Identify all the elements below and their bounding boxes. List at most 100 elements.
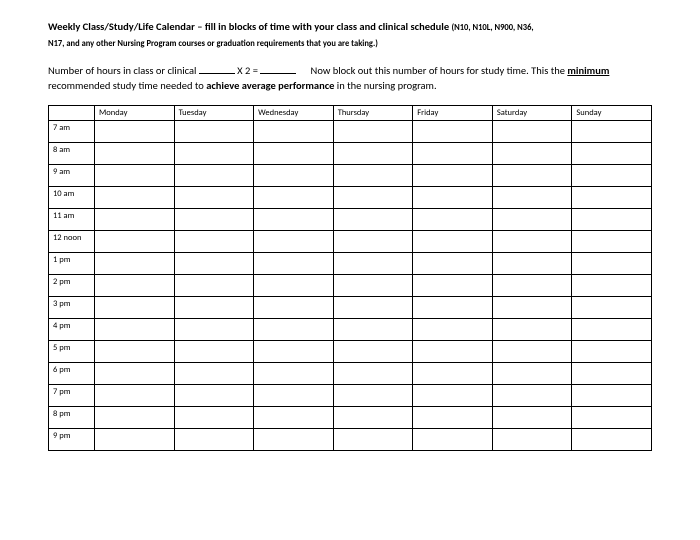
schedule-cell[interactable] [413, 121, 493, 143]
schedule-cell[interactable] [413, 187, 493, 209]
schedule-cell[interactable] [572, 407, 652, 429]
schedule-cell[interactable] [572, 319, 652, 341]
hours-blank-1[interactable] [199, 63, 235, 74]
schedule-cell[interactable] [254, 341, 334, 363]
schedule-cell[interactable] [174, 341, 254, 363]
schedule-cell[interactable] [174, 407, 254, 429]
schedule-cell[interactable] [95, 165, 175, 187]
schedule-cell[interactable] [333, 297, 413, 319]
schedule-cell[interactable] [174, 297, 254, 319]
schedule-cell[interactable] [413, 275, 493, 297]
schedule-cell[interactable] [333, 275, 413, 297]
schedule-cell[interactable] [254, 209, 334, 231]
schedule-cell[interactable] [572, 121, 652, 143]
schedule-cell[interactable] [254, 297, 334, 319]
schedule-cell[interactable] [413, 253, 493, 275]
schedule-cell[interactable] [174, 209, 254, 231]
schedule-cell[interactable] [333, 143, 413, 165]
schedule-cell[interactable] [413, 407, 493, 429]
schedule-cell[interactable] [254, 253, 334, 275]
schedule-cell[interactable] [174, 363, 254, 385]
schedule-cell[interactable] [95, 187, 175, 209]
schedule-cell[interactable] [333, 341, 413, 363]
schedule-cell[interactable] [572, 231, 652, 253]
schedule-cell[interactable] [492, 165, 572, 187]
schedule-cell[interactable] [254, 385, 334, 407]
schedule-cell[interactable] [95, 385, 175, 407]
schedule-cell[interactable] [572, 341, 652, 363]
schedule-cell[interactable] [174, 121, 254, 143]
schedule-cell[interactable] [254, 165, 334, 187]
schedule-cell[interactable] [413, 209, 493, 231]
schedule-cell[interactable] [254, 143, 334, 165]
schedule-cell[interactable] [413, 429, 493, 451]
schedule-cell[interactable] [492, 341, 572, 363]
schedule-cell[interactable] [333, 429, 413, 451]
schedule-cell[interactable] [492, 385, 572, 407]
schedule-cell[interactable] [492, 363, 572, 385]
schedule-cell[interactable] [413, 385, 493, 407]
schedule-cell[interactable] [174, 275, 254, 297]
schedule-cell[interactable] [572, 429, 652, 451]
schedule-cell[interactable] [254, 187, 334, 209]
schedule-cell[interactable] [333, 187, 413, 209]
schedule-cell[interactable] [572, 297, 652, 319]
schedule-cell[interactable] [333, 209, 413, 231]
schedule-cell[interactable] [95, 363, 175, 385]
schedule-cell[interactable] [333, 231, 413, 253]
schedule-cell[interactable] [95, 319, 175, 341]
schedule-cell[interactable] [174, 319, 254, 341]
schedule-cell[interactable] [492, 231, 572, 253]
schedule-cell[interactable] [174, 187, 254, 209]
schedule-cell[interactable] [413, 319, 493, 341]
schedule-cell[interactable] [572, 275, 652, 297]
schedule-cell[interactable] [95, 275, 175, 297]
schedule-cell[interactable] [572, 209, 652, 231]
schedule-cell[interactable] [492, 297, 572, 319]
schedule-cell[interactable] [492, 253, 572, 275]
schedule-cell[interactable] [254, 363, 334, 385]
schedule-cell[interactable] [95, 297, 175, 319]
schedule-cell[interactable] [95, 209, 175, 231]
schedule-cell[interactable] [333, 319, 413, 341]
schedule-cell[interactable] [254, 429, 334, 451]
schedule-cell[interactable] [254, 275, 334, 297]
schedule-cell[interactable] [413, 297, 493, 319]
schedule-cell[interactable] [333, 385, 413, 407]
schedule-cell[interactable] [492, 187, 572, 209]
schedule-cell[interactable] [95, 121, 175, 143]
schedule-cell[interactable] [333, 363, 413, 385]
schedule-cell[interactable] [254, 319, 334, 341]
schedule-cell[interactable] [174, 165, 254, 187]
schedule-cell[interactable] [492, 275, 572, 297]
schedule-cell[interactable] [413, 363, 493, 385]
schedule-cell[interactable] [333, 121, 413, 143]
schedule-cell[interactable] [572, 143, 652, 165]
schedule-cell[interactable] [572, 385, 652, 407]
schedule-cell[interactable] [174, 231, 254, 253]
schedule-cell[interactable] [174, 143, 254, 165]
schedule-cell[interactable] [492, 143, 572, 165]
schedule-cell[interactable] [492, 121, 572, 143]
schedule-cell[interactable] [492, 407, 572, 429]
schedule-cell[interactable] [95, 407, 175, 429]
schedule-cell[interactable] [254, 231, 334, 253]
schedule-cell[interactable] [95, 253, 175, 275]
schedule-cell[interactable] [492, 319, 572, 341]
schedule-cell[interactable] [174, 429, 254, 451]
schedule-cell[interactable] [95, 231, 175, 253]
schedule-cell[interactable] [492, 429, 572, 451]
schedule-cell[interactable] [413, 143, 493, 165]
schedule-cell[interactable] [254, 407, 334, 429]
schedule-cell[interactable] [492, 209, 572, 231]
schedule-cell[interactable] [572, 187, 652, 209]
schedule-cell[interactable] [95, 429, 175, 451]
schedule-cell[interactable] [413, 165, 493, 187]
schedule-cell[interactable] [333, 165, 413, 187]
schedule-cell[interactable] [572, 165, 652, 187]
schedule-cell[interactable] [413, 341, 493, 363]
schedule-cell[interactable] [572, 363, 652, 385]
schedule-cell[interactable] [413, 231, 493, 253]
schedule-cell[interactable] [174, 385, 254, 407]
schedule-cell[interactable] [95, 143, 175, 165]
